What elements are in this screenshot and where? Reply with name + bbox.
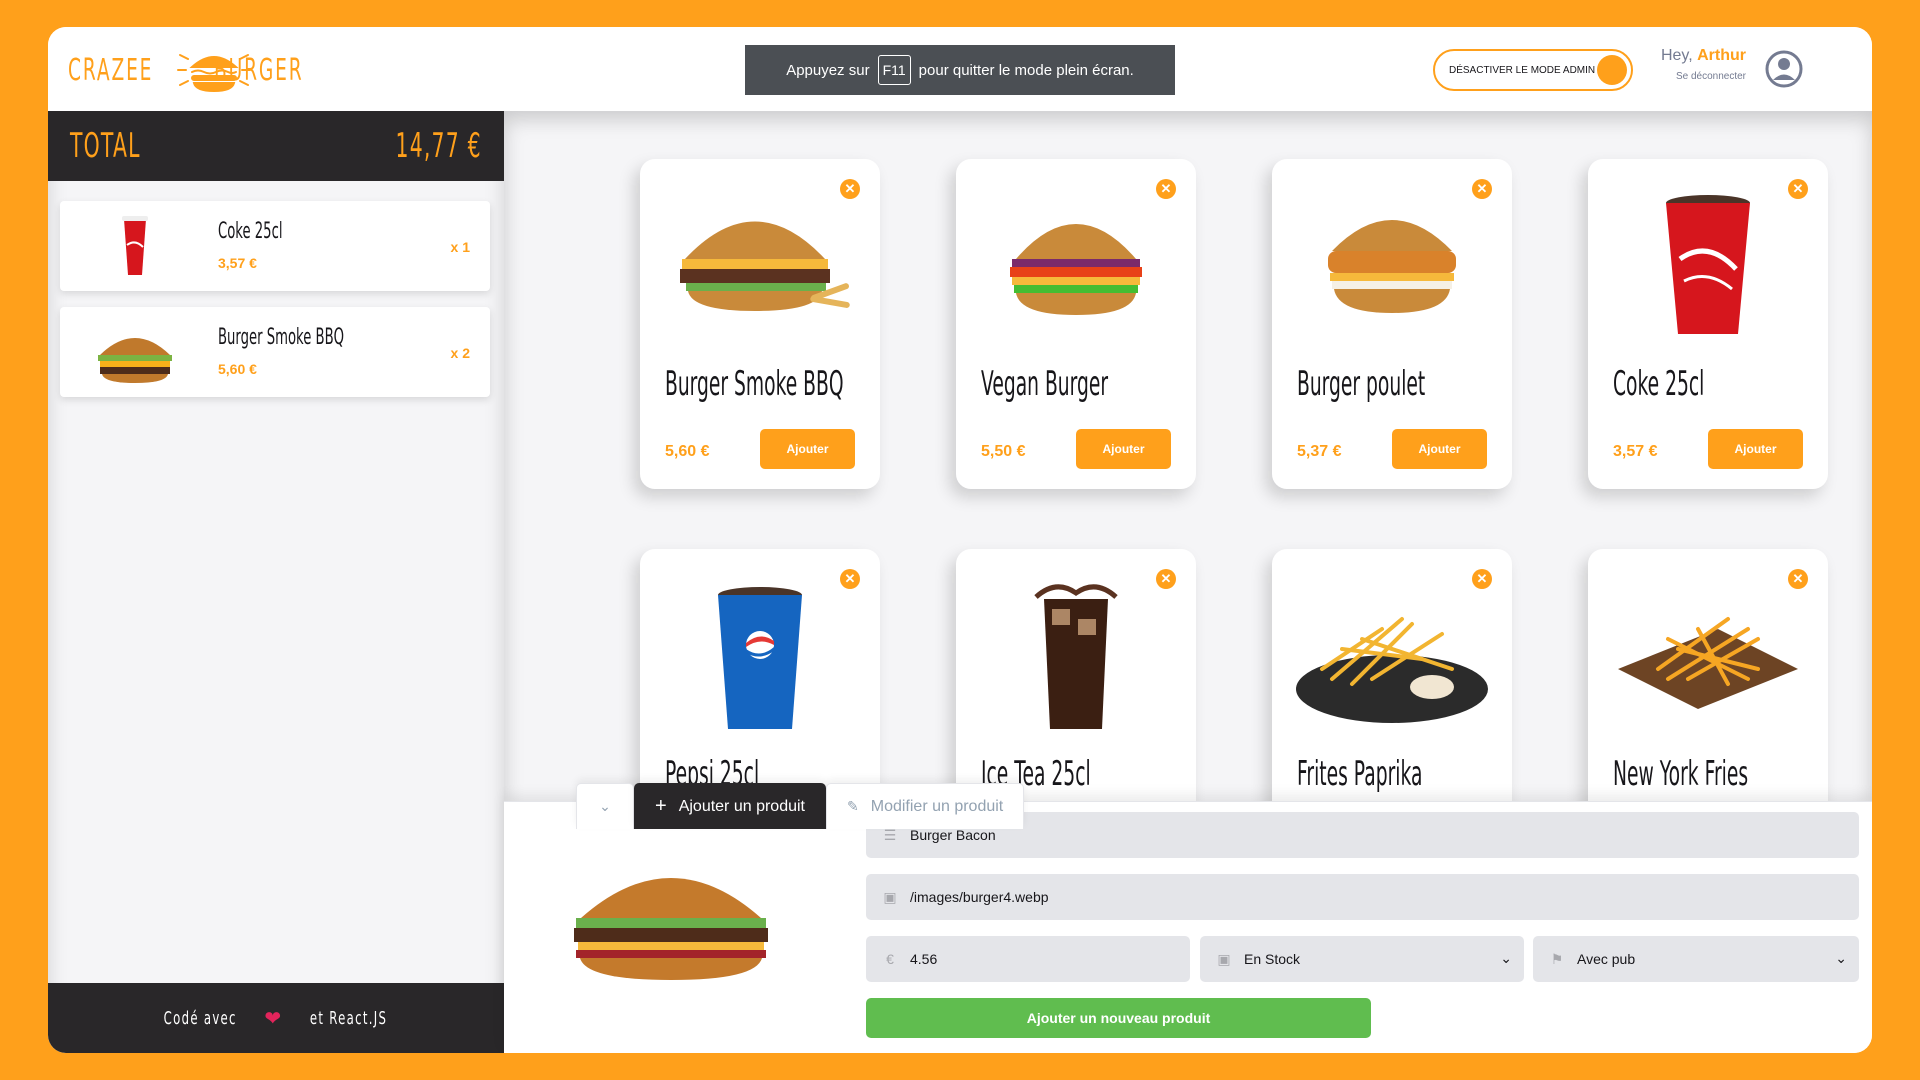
admin-tabs: ⌄ + Ajouter un produit ✎ Modifier un pro… <box>576 783 1025 829</box>
burger-icon <box>98 338 172 383</box>
fullscreen-notice-after: pour quitter le mode plein écran. <box>918 61 1134 79</box>
product-price: 5,50 € <box>981 443 1026 460</box>
camera-icon: ▣ <box>883 888 897 905</box>
basket-item-price: 3,57 € <box>218 255 257 271</box>
tab-edit-label: Modifier un produit <box>870 797 1004 815</box>
fries-board-icon <box>1618 617 1798 709</box>
chevron-down-icon: ⌄ <box>1500 950 1512 966</box>
basket-total: TOTAL 14,77 € <box>48 111 504 181</box>
basket-item-qty: x 1 <box>450 239 470 255</box>
megaphone-icon: ⚑ <box>1550 950 1564 967</box>
footer-text-right: et React.JS <box>309 1007 388 1029</box>
admin-panel: ☰ Burger Bacon ▣ /images/burger4.webp € … <box>504 801 1872 1053</box>
basket-item-price: 5,60 € <box>218 361 257 377</box>
box-icon: ▣ <box>1217 950 1231 967</box>
basket: TOTAL 14,77 € Coke 25cl 3,57 € x 1 Burge… <box>48 111 504 1053</box>
product-price: 5,37 € <box>1297 443 1342 460</box>
basket-item-title: Coke 25cl <box>218 219 283 244</box>
basket-item[interactable]: Coke 25cl 3,57 € x 1 <box>60 201 490 291</box>
user-avatar-icon[interactable] <box>1764 49 1804 89</box>
chicken-burger-icon <box>1328 220 1456 313</box>
app-window: CRAZEE BURGER Appuyez sur F11 pour quitt… <box>48 27 1872 1053</box>
price-value: 4.56 <box>910 951 938 967</box>
fullscreen-notice: Appuyez sur F11 pour quitter le mode ple… <box>745 45 1175 95</box>
product-title: Coke 25cl <box>1613 364 1705 404</box>
basket-item-title: Burger Smoke BBQ <box>218 325 345 350</box>
product-card[interactable]: ✕ Vegan Burger 5,50 € Ajouter <box>956 159 1196 489</box>
product-title: Vegan Burger <box>981 364 1109 404</box>
tab-add-product[interactable]: + Ajouter un produit <box>634 783 826 829</box>
plus-icon: + <box>655 795 667 817</box>
admin-toggle-label: DÉSACTIVER LE MODE ADMIN <box>1449 64 1596 76</box>
tab-edit-product[interactable]: ✎ Modifier un produit <box>826 783 1025 829</box>
admin-mode-toggle[interactable]: DÉSACTIVER LE MODE ADMIN <box>1433 49 1633 91</box>
basket-item[interactable]: Burger Smoke BBQ 5,60 € x 2 <box>60 307 490 397</box>
product-price: 5,60 € <box>665 443 710 460</box>
product-title: Burger Smoke BBQ <box>665 364 844 404</box>
stock-select[interactable]: ▣ En Stock ⌄ <box>1200 936 1524 982</box>
product-price: 3,57 € <box>1613 443 1658 460</box>
logo[interactable]: CRAZEE BURGER <box>68 45 358 95</box>
navbar: CRAZEE BURGER Appuyez sur F11 pour quitt… <box>48 27 1872 111</box>
coke-cup-icon <box>1666 195 1750 334</box>
basket-item-qty: x 2 <box>450 345 470 361</box>
product-image-preview <box>574 878 768 980</box>
f11-key: F11 <box>877 55 911 85</box>
product-title: Burger poulet <box>1297 364 1426 404</box>
basket-total-amount: 14,77 € <box>395 126 482 166</box>
euro-icon: € <box>886 951 894 967</box>
logo-text-right: BURGER <box>213 52 304 88</box>
toggle-knob <box>1597 55 1627 85</box>
footer-text-left: Codé avec <box>163 1007 237 1029</box>
add-new-product-button[interactable]: Ajouter un nouveau produit <box>866 998 1371 1038</box>
coke-cup-icon <box>122 216 148 275</box>
heart-icon: ❤ <box>264 1006 282 1030</box>
burger-icon: ☰ <box>883 826 897 843</box>
burger-bbq-icon <box>680 221 850 311</box>
fries-plate-icon <box>1296 617 1488 723</box>
product-title: Frites Paprika <box>1297 754 1423 794</box>
add-to-basket-button[interactable]: Ajouter <box>1392 429 1487 469</box>
add-to-basket-button[interactable]: Ajouter <box>1708 429 1803 469</box>
chevron-down-icon: ⌄ <box>599 798 611 814</box>
pub-select[interactable]: ⚑ Avec pub ⌄ <box>1533 936 1859 982</box>
basket-total-label: TOTAL <box>70 126 141 166</box>
basket-footer: Codé avec ❤ et React.JS <box>48 983 504 1053</box>
product-card[interactable]: ✕ Burger poulet 5,37 € Ajouter <box>1272 159 1512 489</box>
pencil-icon: ✎ <box>847 798 859 814</box>
fullscreen-notice-before: Appuyez sur <box>786 61 870 79</box>
product-title: New York Fries <box>1613 754 1749 794</box>
user-name: Arthur <box>1697 47 1746 64</box>
product-card[interactable]: ✕ Burger Smoke BBQ 5,60 € Ajouter <box>640 159 880 489</box>
pepsi-cup-icon <box>718 587 802 729</box>
vegan-burger-icon <box>1010 224 1142 315</box>
chevron-down-icon: ⌄ <box>1835 950 1847 966</box>
greeting: Hey, <box>1660 47 1693 64</box>
image-url-input[interactable]: ▣ /images/burger4.webp <box>866 874 1859 920</box>
add-to-basket-button[interactable]: Ajouter <box>760 429 855 469</box>
price-input[interactable]: € 4.56 <box>866 936 1190 982</box>
logo-text-left: CRAZEE <box>68 52 154 88</box>
tab-add-label: Ajouter un produit <box>678 797 805 815</box>
collapse-panel-tab[interactable]: ⌄ <box>576 783 634 829</box>
add-to-basket-button[interactable]: Ajouter <box>1076 429 1171 469</box>
image-url-value: /images/burger4.webp <box>910 889 1049 905</box>
product-card[interactable]: ✕ Coke 25cl 3,57 € Ajouter <box>1588 159 1828 489</box>
stock-value: En Stock <box>1244 951 1301 967</box>
pub-value: Avec pub <box>1577 951 1636 967</box>
iced-glass-icon <box>1034 584 1118 729</box>
product-name-value: Burger Bacon <box>910 827 996 843</box>
